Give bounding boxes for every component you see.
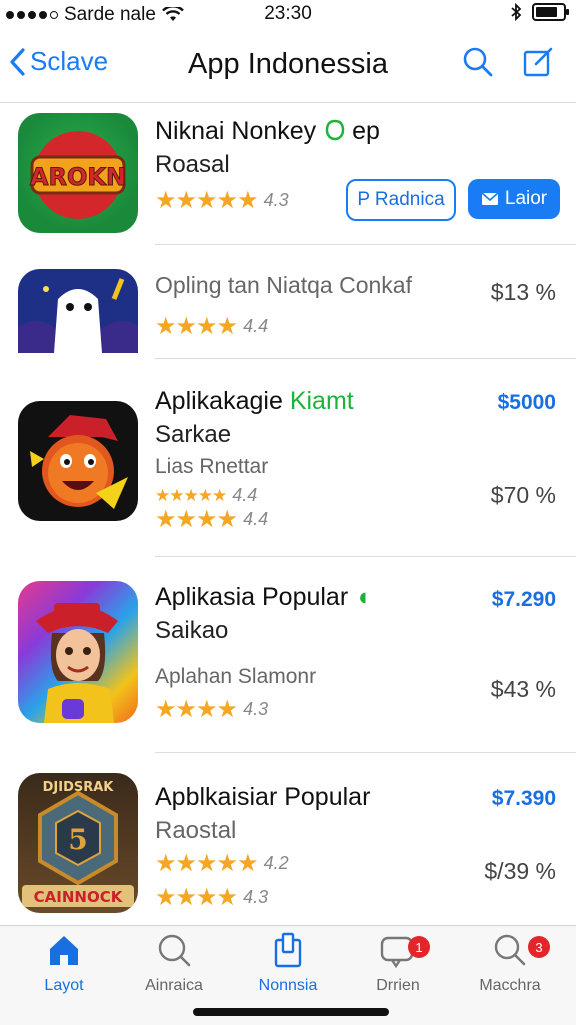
app-icon (18, 401, 138, 521)
tab-label: Ainraica (145, 977, 203, 994)
app-icon (18, 269, 138, 353)
svg-text:5: 5 (68, 823, 87, 856)
app-developer: Aplahan Slamonr (155, 665, 317, 688)
app-price: $70 % (490, 482, 556, 508)
app-icon-lettering: AROKN (30, 163, 126, 191)
app-title: Aplikakagie (155, 387, 283, 415)
app-title: Apblkaisiar Popular (155, 783, 371, 811)
compose-icon[interactable] (522, 46, 554, 78)
app-row[interactable]: AROKN Niknai Nonkey ep Roasal ★★★★★ 4.3 P… (0, 103, 576, 245)
star-rating: ★★★★ 4.4 (155, 506, 269, 533)
apps-stack-icon (274, 932, 302, 968)
home-indicator[interactable] (193, 1008, 389, 1016)
app-row[interactable]: Aplikakagie Kiamt Sarkae Lias Rnettar ★★… (0, 359, 576, 557)
app-row[interactable]: Aplikasia Popular ◖ Saikao Aplahan Slamo… (0, 557, 576, 753)
get-button[interactable]: Laior (468, 179, 560, 219)
app-price: $/39 % (484, 858, 556, 884)
app-icon-top-lettering: DJIDSRAK (43, 780, 115, 795)
rating-value: 4.4 (243, 509, 269, 529)
star-rating: ★★★★★ 4.4 (155, 485, 258, 505)
app-subtitle: Roasal (155, 151, 230, 178)
star-rating: ★★★★ 4.4 (155, 313, 269, 340)
app-title: Niknai Nonkey (155, 117, 317, 145)
search-icon (158, 934, 191, 967)
app-icon: 5 DJIDSRAK CAINNOCK (18, 773, 138, 913)
rating-value: 4.4 (232, 485, 258, 505)
search-icon (494, 934, 526, 966)
app-title-suffix: ep (352, 117, 380, 145)
app-subtitle: Sarkae (155, 421, 232, 448)
tab-nonnsia[interactable]: Nonnsia (238, 932, 338, 995)
rating-value: 4.4 (243, 316, 269, 336)
star-rating: ★★★★ 4.3 (155, 884, 269, 911)
bluetooth-icon (511, 3, 522, 21)
app-title-highlight: Kiamt (289, 387, 354, 415)
app-icon-bottom-lettering: CAINNOCK (34, 888, 124, 906)
status-time: 23:30 (264, 3, 312, 24)
tab-layot[interactable]: Layot (14, 932, 114, 995)
tab-label: Macchra (479, 977, 541, 994)
star-rating: ★★★★ 4.3 (155, 696, 269, 723)
verified-badge-icon: ◖ (355, 583, 371, 611)
star-rating: ★★★★★ 4.3 (155, 187, 289, 214)
app-icon: AROKN (18, 113, 138, 233)
verified-badge-icon (325, 119, 345, 141)
search-icon[interactable] (462, 46, 494, 78)
battery-icon (532, 3, 569, 21)
rating-value: 4.3 (263, 190, 289, 210)
app-price-highlight[interactable]: $7.290 (492, 588, 556, 612)
notification-badge: 3 (528, 936, 550, 958)
tab-label: Layot (44, 977, 84, 994)
rating-value: 4.3 (243, 699, 269, 719)
rating-value: 4.3 (243, 887, 269, 907)
tab-drrien[interactable]: 1 Drrien (348, 932, 448, 995)
app-price: $43 % (490, 676, 556, 702)
app-title: Opling tan Niatqa Conkaf (155, 272, 412, 298)
app-subtitle: Saikao (155, 617, 229, 644)
app-subtitle: Raostal (155, 817, 237, 844)
app-row[interactable]: Opling tan Niatqa Conkaf ★★★★ 4.4 $13 % (0, 245, 576, 359)
get-button-label: Laior (504, 188, 548, 209)
tab-ainraica[interactable]: Ainraica (124, 932, 224, 995)
app-price-highlight[interactable]: $5000 (498, 391, 556, 415)
tab-label: Nonnsia (258, 977, 318, 994)
status-bar: Sarde nale 23:30 (0, 0, 576, 28)
secondary-action-button[interactable]: P Radnica (346, 179, 456, 221)
rating-value: 4.2 (263, 853, 289, 873)
tab-macchra[interactable]: 3 Macchra (460, 932, 560, 995)
home-icon (50, 936, 78, 965)
app-developer: Lias Rnettar (155, 455, 269, 478)
tab-label: Drrien (376, 977, 420, 994)
star-rating: ★★★★★ 4.2 (155, 850, 289, 877)
app-price: $13 % (490, 279, 556, 305)
app-row[interactable]: 5 DJIDSRAK CAINNOCK Apblkaisiar Popular … (0, 753, 576, 925)
envelope-icon (481, 192, 499, 205)
app-price-highlight[interactable]: $7.390 (492, 787, 556, 811)
notification-badge: 1 (408, 936, 430, 958)
navigation-bar: Sclave App Indonessia (0, 28, 576, 103)
app-title: Aplikasia Popular (155, 583, 349, 611)
app-icon (18, 581, 138, 723)
